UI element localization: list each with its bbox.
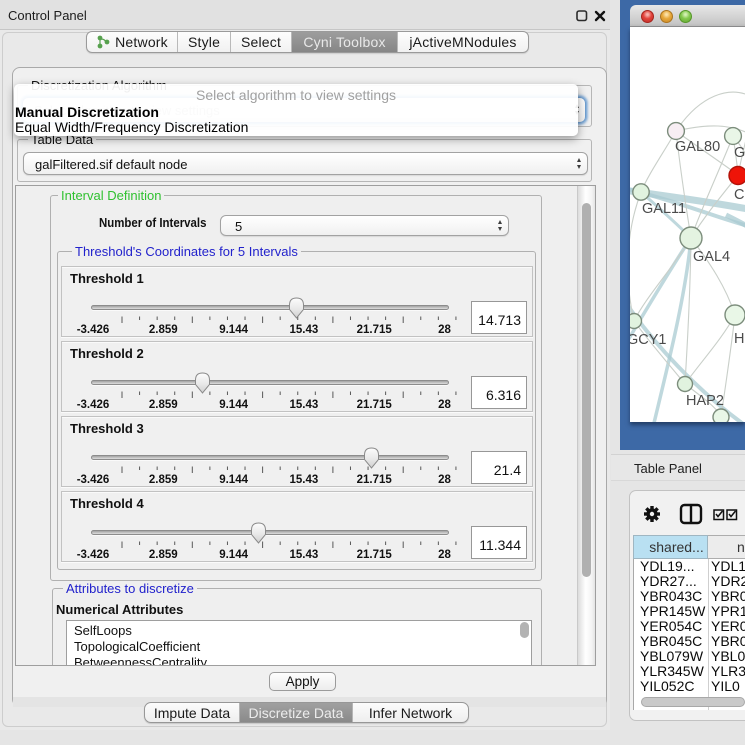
svg-text:GA: GA: [734, 145, 745, 161]
svg-text:HAP2: HAP2: [686, 393, 724, 409]
svg-text:H: H: [734, 331, 744, 347]
svg-text:GCY1: GCY1: [630, 332, 667, 348]
svg-text:GAL80: GAL80: [675, 139, 720, 155]
svg-text:GAL4: GAL4: [693, 249, 730, 265]
svg-text:GAL11: GAL11: [642, 201, 686, 217]
svg-text:C: C: [734, 187, 744, 203]
